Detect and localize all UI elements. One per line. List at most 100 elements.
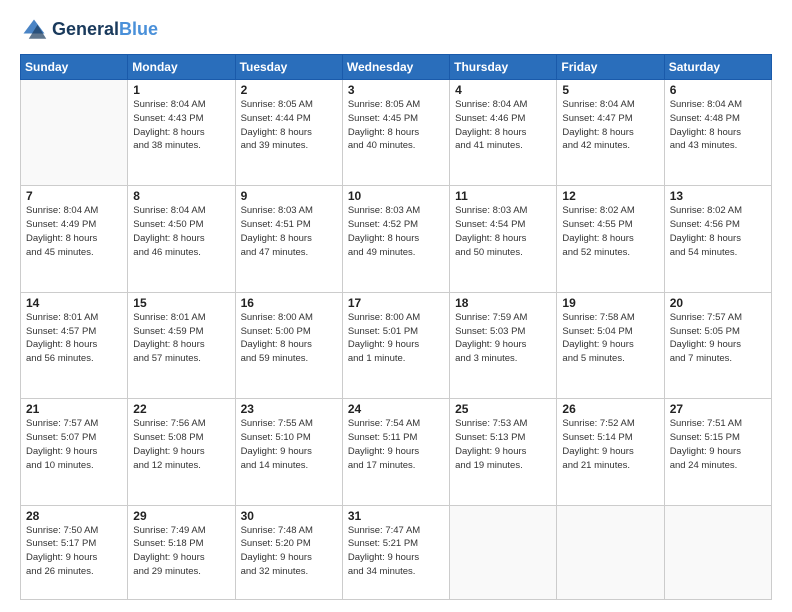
header: GeneralBlue [20,16,772,44]
day-number: 22 [133,402,229,416]
day-info: Sunrise: 8:04 AMSunset: 4:46 PMDaylight:… [455,98,551,153]
day-info: Sunrise: 7:54 AMSunset: 5:11 PMDaylight:… [348,417,444,472]
day-info: Sunrise: 7:53 AMSunset: 5:13 PMDaylight:… [455,417,551,472]
logo: GeneralBlue [20,16,158,44]
weekday-header-row: SundayMondayTuesdayWednesdayThursdayFrid… [21,55,772,80]
day-info: Sunrise: 7:57 AMSunset: 5:07 PMDaylight:… [26,417,122,472]
day-info: Sunrise: 7:48 AMSunset: 5:20 PMDaylight:… [241,524,337,579]
calendar-week-row: 7Sunrise: 8:04 AMSunset: 4:49 PMDaylight… [21,186,772,292]
calendar-cell: 11Sunrise: 8:03 AMSunset: 4:54 PMDayligh… [450,186,557,292]
day-number: 10 [348,189,444,203]
day-info: Sunrise: 7:59 AMSunset: 5:03 PMDaylight:… [455,311,551,366]
day-info: Sunrise: 7:49 AMSunset: 5:18 PMDaylight:… [133,524,229,579]
calendar-cell: 30Sunrise: 7:48 AMSunset: 5:20 PMDayligh… [235,505,342,599]
calendar-cell: 26Sunrise: 7:52 AMSunset: 5:14 PMDayligh… [557,399,664,505]
logo-icon [20,16,48,44]
day-number: 23 [241,402,337,416]
day-info: Sunrise: 7:58 AMSunset: 5:04 PMDaylight:… [562,311,658,366]
day-info: Sunrise: 8:04 AMSunset: 4:50 PMDaylight:… [133,204,229,259]
day-info: Sunrise: 8:01 AMSunset: 4:57 PMDaylight:… [26,311,122,366]
calendar-cell: 24Sunrise: 7:54 AMSunset: 5:11 PMDayligh… [342,399,449,505]
weekday-header-sunday: Sunday [21,55,128,80]
day-number: 5 [562,83,658,97]
day-info: Sunrise: 8:04 AMSunset: 4:43 PMDaylight:… [133,98,229,153]
day-info: Sunrise: 8:00 AMSunset: 5:00 PMDaylight:… [241,311,337,366]
day-info: Sunrise: 8:04 AMSunset: 4:47 PMDaylight:… [562,98,658,153]
day-number: 6 [670,83,766,97]
calendar-cell: 19Sunrise: 7:58 AMSunset: 5:04 PMDayligh… [557,292,664,398]
weekday-header-friday: Friday [557,55,664,80]
calendar-cell [450,505,557,599]
calendar-week-row: 21Sunrise: 7:57 AMSunset: 5:07 PMDayligh… [21,399,772,505]
logo-text: GeneralBlue [52,20,158,40]
calendar-cell: 10Sunrise: 8:03 AMSunset: 4:52 PMDayligh… [342,186,449,292]
weekday-header-thursday: Thursday [450,55,557,80]
day-number: 30 [241,509,337,523]
day-number: 26 [562,402,658,416]
day-info: Sunrise: 8:04 AMSunset: 4:48 PMDaylight:… [670,98,766,153]
calendar-cell: 7Sunrise: 8:04 AMSunset: 4:49 PMDaylight… [21,186,128,292]
page: GeneralBlue SundayMondayTuesdayWednesday… [0,0,792,612]
calendar-week-row: 28Sunrise: 7:50 AMSunset: 5:17 PMDayligh… [21,505,772,599]
weekday-header-saturday: Saturday [664,55,771,80]
calendar-table: SundayMondayTuesdayWednesdayThursdayFrid… [20,54,772,600]
weekday-header-wednesday: Wednesday [342,55,449,80]
calendar-cell: 29Sunrise: 7:49 AMSunset: 5:18 PMDayligh… [128,505,235,599]
calendar-cell: 5Sunrise: 8:04 AMSunset: 4:47 PMDaylight… [557,80,664,186]
day-number: 11 [455,189,551,203]
day-number: 13 [670,189,766,203]
day-info: Sunrise: 8:01 AMSunset: 4:59 PMDaylight:… [133,311,229,366]
day-info: Sunrise: 7:47 AMSunset: 5:21 PMDaylight:… [348,524,444,579]
day-info: Sunrise: 7:55 AMSunset: 5:10 PMDaylight:… [241,417,337,472]
weekday-header-monday: Monday [128,55,235,80]
day-info: Sunrise: 8:05 AMSunset: 4:45 PMDaylight:… [348,98,444,153]
calendar-cell: 9Sunrise: 8:03 AMSunset: 4:51 PMDaylight… [235,186,342,292]
day-number: 1 [133,83,229,97]
calendar-cell [557,505,664,599]
day-number: 8 [133,189,229,203]
calendar-cell: 27Sunrise: 7:51 AMSunset: 5:15 PMDayligh… [664,399,771,505]
calendar-week-row: 14Sunrise: 8:01 AMSunset: 4:57 PMDayligh… [21,292,772,398]
day-info: Sunrise: 7:52 AMSunset: 5:14 PMDaylight:… [562,417,658,472]
day-number: 14 [26,296,122,310]
day-info: Sunrise: 8:02 AMSunset: 4:55 PMDaylight:… [562,204,658,259]
weekday-header-tuesday: Tuesday [235,55,342,80]
day-number: 12 [562,189,658,203]
calendar-cell: 12Sunrise: 8:02 AMSunset: 4:55 PMDayligh… [557,186,664,292]
calendar-cell: 15Sunrise: 8:01 AMSunset: 4:59 PMDayligh… [128,292,235,398]
calendar-week-row: 1Sunrise: 8:04 AMSunset: 4:43 PMDaylight… [21,80,772,186]
calendar-cell: 16Sunrise: 8:00 AMSunset: 5:00 PMDayligh… [235,292,342,398]
day-number: 31 [348,509,444,523]
day-number: 9 [241,189,337,203]
calendar-cell: 4Sunrise: 8:04 AMSunset: 4:46 PMDaylight… [450,80,557,186]
day-info: Sunrise: 7:51 AMSunset: 5:15 PMDaylight:… [670,417,766,472]
day-info: Sunrise: 7:50 AMSunset: 5:17 PMDaylight:… [26,524,122,579]
calendar-cell: 25Sunrise: 7:53 AMSunset: 5:13 PMDayligh… [450,399,557,505]
day-info: Sunrise: 8:05 AMSunset: 4:44 PMDaylight:… [241,98,337,153]
calendar-cell: 8Sunrise: 8:04 AMSunset: 4:50 PMDaylight… [128,186,235,292]
calendar-cell: 6Sunrise: 8:04 AMSunset: 4:48 PMDaylight… [664,80,771,186]
calendar-cell: 22Sunrise: 7:56 AMSunset: 5:08 PMDayligh… [128,399,235,505]
calendar-cell: 2Sunrise: 8:05 AMSunset: 4:44 PMDaylight… [235,80,342,186]
calendar-cell: 3Sunrise: 8:05 AMSunset: 4:45 PMDaylight… [342,80,449,186]
day-number: 17 [348,296,444,310]
calendar-cell: 18Sunrise: 7:59 AMSunset: 5:03 PMDayligh… [450,292,557,398]
day-number: 7 [26,189,122,203]
day-number: 15 [133,296,229,310]
calendar-cell [21,80,128,186]
day-info: Sunrise: 7:56 AMSunset: 5:08 PMDaylight:… [133,417,229,472]
day-number: 4 [455,83,551,97]
day-number: 18 [455,296,551,310]
day-info: Sunrise: 7:57 AMSunset: 5:05 PMDaylight:… [670,311,766,366]
day-number: 16 [241,296,337,310]
day-info: Sunrise: 8:04 AMSunset: 4:49 PMDaylight:… [26,204,122,259]
day-info: Sunrise: 8:00 AMSunset: 5:01 PMDaylight:… [348,311,444,366]
day-info: Sunrise: 8:03 AMSunset: 4:52 PMDaylight:… [348,204,444,259]
calendar-cell: 28Sunrise: 7:50 AMSunset: 5:17 PMDayligh… [21,505,128,599]
day-info: Sunrise: 8:03 AMSunset: 4:54 PMDaylight:… [455,204,551,259]
day-number: 3 [348,83,444,97]
day-number: 28 [26,509,122,523]
day-number: 25 [455,402,551,416]
calendar-cell: 13Sunrise: 8:02 AMSunset: 4:56 PMDayligh… [664,186,771,292]
calendar-cell: 21Sunrise: 7:57 AMSunset: 5:07 PMDayligh… [21,399,128,505]
